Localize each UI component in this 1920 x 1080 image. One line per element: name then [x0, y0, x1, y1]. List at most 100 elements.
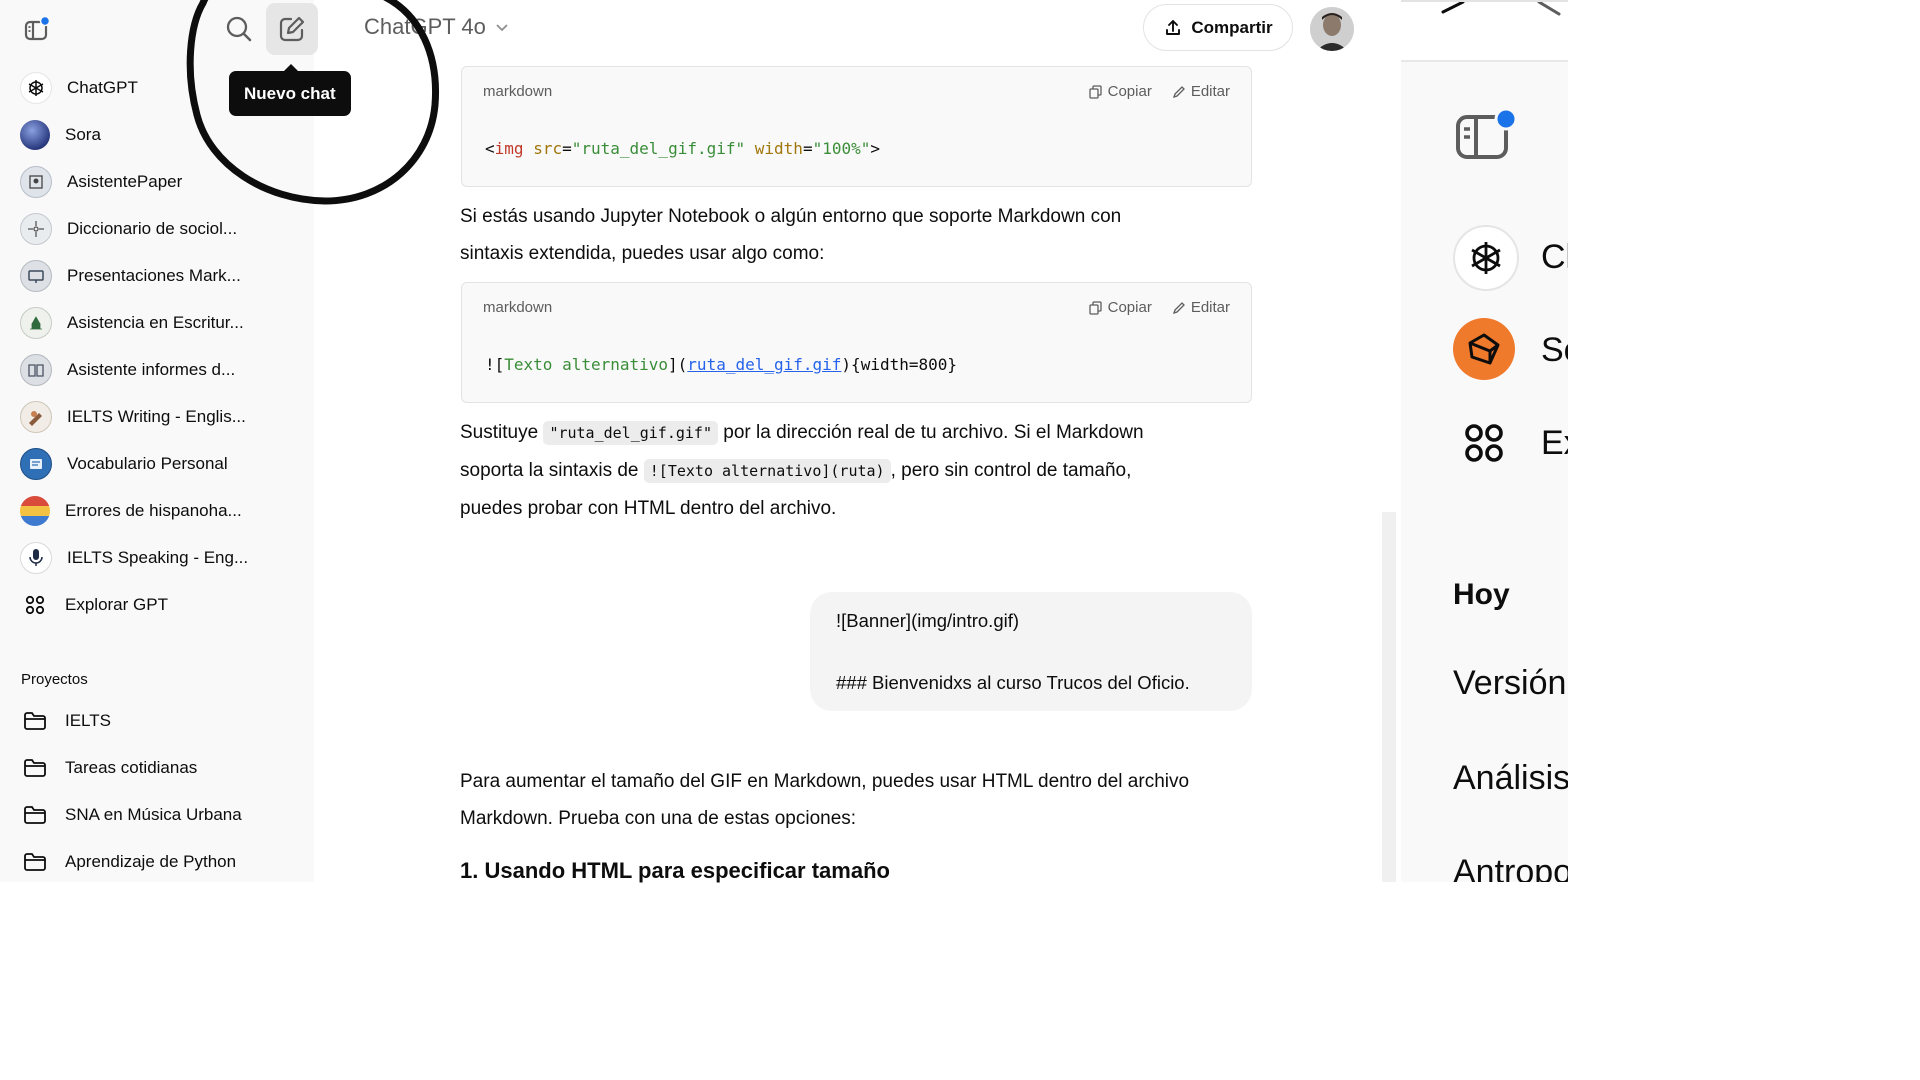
project-item-ielts[interactable]: IELTS [20, 701, 111, 741]
chevron-down-icon [496, 24, 508, 32]
sidebar-toggle-icon [24, 15, 51, 41]
right-pane-section-title: Hoy [1453, 578, 1510, 611]
code-token: ![ [485, 355, 505, 374]
sidebar-item-label: Diccionario de sociol... [67, 219, 238, 238]
edit-label: Editar [1190, 299, 1230, 316]
code-token: ]( [668, 355, 688, 374]
gpt-avatar-icon [20, 166, 52, 198]
sidebar-item-label: ChatGPT [67, 78, 138, 97]
edit-label: Editar [1190, 83, 1230, 100]
code-block: markdown Copiar Editar <img src="ruta_de… [461, 66, 1252, 187]
projects-section-title: Proyectos [21, 671, 88, 688]
share-button[interactable]: Compartir [1143, 4, 1293, 51]
project-item-tareas[interactable]: Tareas cotidianas [20, 748, 197, 788]
sidebar-item-ielts-speaking[interactable]: IELTS Speaking - Eng... [20, 538, 248, 578]
sora-avatar-icon [20, 120, 50, 150]
history-item[interactable]: Versión [1453, 664, 1566, 703]
sora-logo-icon [1453, 318, 1515, 380]
sidebar-item-label: IELTS Speaking - Eng... [67, 548, 249, 567]
code-token: = [562, 139, 572, 158]
history-item[interactable]: Antropo [1453, 853, 1568, 882]
project-item-label: IELTS [65, 711, 111, 730]
folder-icon [20, 706, 50, 736]
sidebar-item-label: Asistente informes d... [67, 360, 236, 379]
gpt-avatar-icon [20, 401, 52, 433]
inline-code: "ruta_del_gif.gif" [543, 421, 718, 445]
sidebar-item-ielts-writing[interactable]: IELTS Writing - Englis... [20, 397, 246, 437]
user-message-bubble: ![Banner](img/intro.gif) ### Bienvenidxs… [810, 592, 1252, 711]
sidebar-item-label: Sora [65, 125, 101, 144]
code-language-label: markdown [483, 83, 553, 100]
sidebar-item-presentaciones[interactable]: Presentaciones Mark... [20, 256, 241, 296]
code-line: ![Texto alternativo](ruta_del_gif.gif){w… [485, 355, 957, 374]
gpt-avatar-icon [20, 496, 50, 526]
code-token: img [494, 139, 524, 158]
edit-code-button[interactable]: Editar [1172, 83, 1230, 100]
sidebar-item-asistentepaper[interactable]: AsistentePaper [20, 162, 182, 202]
sidebar-item-asistente-informes[interactable]: Asistente informes d... [20, 350, 235, 390]
text-span: por la dirección real de tu archivo. Si … [718, 422, 1144, 443]
text-line: Markdown. Prueba con una de estas opcion… [460, 808, 857, 829]
code-token: > [870, 139, 881, 158]
text-line: Para aumentar el tamaño del GIF en Markd… [460, 771, 1190, 792]
code-token: src [533, 139, 563, 158]
sidebar-item-asistencia-escritura[interactable]: Asistencia en Escritur... [20, 303, 244, 343]
copy-code-button[interactable]: Copiar [1088, 299, 1152, 316]
inline-code: ![Texto alternativo](ruta) [643, 459, 891, 483]
copy-code-button[interactable]: Copiar [1088, 83, 1152, 100]
code-token: width [754, 139, 803, 158]
sidebar-item-vocabulario[interactable]: Vocabulario Personal [20, 444, 228, 484]
sidebar-item-diccionario[interactable]: Diccionario de sociol... [20, 209, 237, 249]
text-line: puedes probar con HTML dentro del archiv… [460, 498, 837, 519]
scrollbar[interactable] [1382, 512, 1396, 882]
project-item-sna[interactable]: SNA en Música Urbana [20, 795, 242, 835]
toggle-sidebar-button[interactable] [17, 10, 55, 48]
edit-code-button[interactable]: Editar [1172, 299, 1230, 316]
message-paragraph: Sustituye "ruta_del_gif.gif" por la dire… [460, 414, 1260, 527]
project-item-python[interactable]: Aprendizaje de Python [20, 842, 236, 882]
sidebar-item-label: AsistentePaper [67, 172, 183, 191]
copy-label: Copiar [1107, 83, 1152, 100]
code-token: "100%" [812, 139, 871, 158]
gpt-avatar-icon [20, 307, 52, 339]
reply-heading: 1. Usando HTML para especificar tamaño [460, 858, 890, 883]
sidebar-item-label: Vocabulario Personal [67, 454, 228, 473]
pencil-icon [1172, 301, 1185, 314]
gpt-avatar-icon [20, 354, 52, 386]
code-link[interactable]: ruta_del_gif.gif [687, 355, 841, 374]
history-item[interactable]: Análisis [1453, 759, 1568, 798]
right-pane-item-label[interactable]: Sc [1541, 331, 1568, 370]
right-pane-topbar [1401, 2, 1568, 62]
right-pane: Cl Sc Ex Hoy Versión Análisis Antropo [1401, 0, 1568, 882]
right-pane-item-label[interactable]: Ex [1541, 424, 1568, 463]
text-line: Sustituye "ruta_del_gif.gif" por la dire… [460, 414, 1260, 452]
project-item-label: Tareas cotidianas [65, 758, 198, 777]
share-icon [1166, 19, 1181, 35]
text-line: sintaxis extendida, puedes usar algo com… [460, 243, 825, 264]
code-token: Texto alternativo [504, 355, 669, 374]
gpt-avatar-icon [20, 448, 52, 480]
code-line: <img src="ruta_del_gif.gif" width="100%"… [485, 139, 880, 158]
text-span: , pero sin control de tamaño, [890, 460, 1132, 481]
avatar[interactable] [1310, 7, 1354, 51]
text-line: soporta la sintaxis de ![Texto alternati… [460, 452, 1260, 490]
code-token: "ruta_del_gif.gif" [571, 139, 746, 158]
openai-logo-icon [20, 72, 52, 104]
openai-logo-icon [1453, 225, 1519, 291]
text-line: ### Bienvenidxs al curso Trucos del Ofic… [836, 672, 1190, 693]
sidebar-item-errores[interactable]: Errores de hispanoha... [20, 491, 242, 531]
right-pane-item-label[interactable]: Cl [1541, 238, 1568, 277]
code-token: = [802, 139, 813, 158]
sidebar-toggle-icon[interactable] [1451, 105, 1521, 165]
gpt-avatar-icon [20, 260, 52, 292]
sidebar-item-label: Explorar GPT [65, 595, 168, 614]
sidebar-item-chatgpt[interactable]: ChatGPT [20, 68, 138, 108]
sidebar-item-explorar-gpt[interactable]: Explorar GPT [20, 585, 168, 625]
sidebar-item-label: Errores de hispanoha... [65, 501, 242, 520]
back-arrow-icon[interactable] [1401, 2, 1568, 22]
sidebar-item-label: Asistencia en Escritur... [67, 313, 244, 332]
sidebar-item-sora[interactable]: Sora [20, 115, 101, 155]
text-span: Sustituye [460, 422, 544, 443]
